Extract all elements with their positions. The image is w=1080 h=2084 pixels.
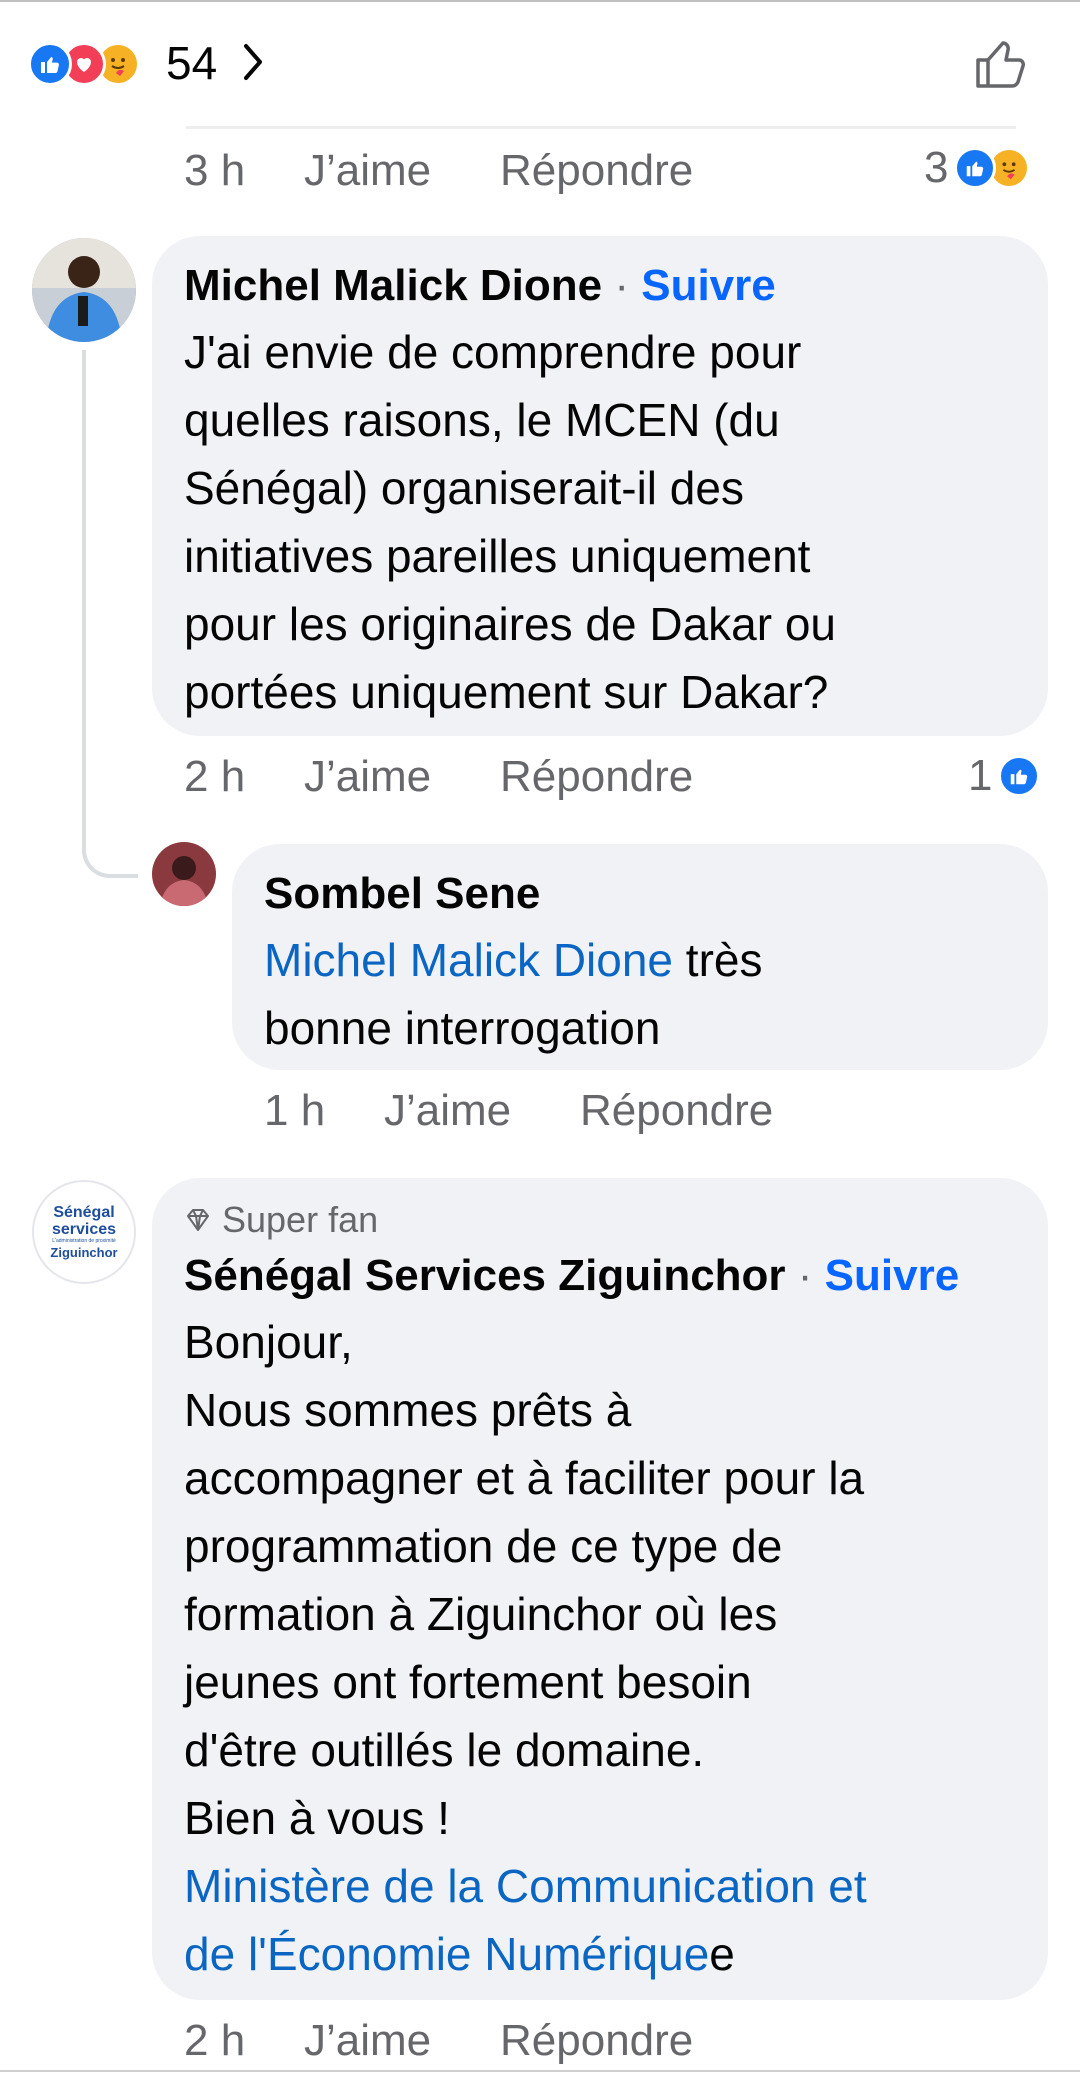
text-line: pour les originaires de Dakar ou <box>184 598 837 650</box>
like-icon <box>954 147 997 189</box>
separator: · <box>797 1251 813 1300</box>
super-fan-badge: Super fan <box>184 1196 1016 1244</box>
comment-text: Michel Malick Dione très bonne interroga… <box>264 926 1016 1062</box>
text-line: initiatives pareilles uniquement <box>184 530 811 582</box>
text-line: de l'Économie Numériquee <box>184 1920 1016 1988</box>
thumbs-up-icon[interactable] <box>972 36 1028 92</box>
page-logo-avatar[interactable]: Sénégal services L'administration de pro… <box>32 1180 136 1284</box>
bottom-divider <box>0 2070 1080 2072</box>
comment-reactions[interactable]: 1 <box>968 748 1041 804</box>
follow-button[interactable]: Suivre <box>825 1251 960 1300</box>
comment-bubble[interactable]: Sombel Sene Michel Malick Dione très bon… <box>232 844 1048 1070</box>
like-link[interactable]: J’aime <box>304 2016 431 2066</box>
text-line: accompagner et à faciliter pour la <box>184 1452 865 1504</box>
comment-header: Sénégal Services Ziguinchor · Suivre <box>184 1244 1016 1308</box>
text-line: programmation de ce type de <box>184 1520 783 1572</box>
text-line: Bonjour, <box>184 1316 353 1368</box>
follow-button[interactable]: Suivre <box>641 261 776 310</box>
reply-link[interactable]: Répondre <box>500 752 693 802</box>
like-icon <box>998 755 1041 797</box>
comment-meta: 2 h J’aime Répondre <box>184 752 744 808</box>
comment-bubble[interactable]: Michel Malick Dione · Suivre J'ai envie … <box>152 236 1048 736</box>
chevron-right-icon[interactable] <box>238 40 268 84</box>
text-line: quelles raisons, le MCEN (du <box>184 394 780 446</box>
reply-link[interactable]: Répondre <box>580 1086 773 1136</box>
text-line: Bien à vous ! <box>184 1792 450 1844</box>
mention-link[interactable]: Michel Malick Dione <box>264 934 673 986</box>
comment-bubble[interactable]: Super fan Sénégal Services Ziguinchor · … <box>152 1178 1048 2000</box>
text-line: Nous sommes prêts à <box>184 1384 632 1436</box>
avatar[interactable] <box>32 238 136 342</box>
comment-time: 2 h <box>184 2016 246 2065</box>
like-icon <box>28 42 72 86</box>
text-line: portées uniquement sur Dakar? <box>184 666 829 718</box>
reactions-header: 54 <box>0 2 1080 124</box>
diamond-icon <box>187 1209 209 1231</box>
logo-line: services <box>51 1221 117 1238</box>
comment-time: 1 h <box>264 1086 326 1135</box>
author-name[interactable]: Sombel Sene <box>264 869 540 918</box>
text-fragment: e <box>709 1928 735 1980</box>
author-name[interactable]: Michel Malick Dione <box>184 261 602 310</box>
reaction-summary[interactable] <box>28 42 158 86</box>
logo-line: Sénégal <box>53 1204 115 1221</box>
text-line: formation à Ziguinchor où les <box>184 1588 778 1640</box>
mention-link[interactable]: de l'Économie Numérique <box>184 1928 709 1980</box>
text-line: J'ai envie de comprendre pour <box>184 326 802 378</box>
comment-header: Michel Malick Dione · Suivre <box>184 254 1016 318</box>
text-fragment: très <box>673 934 763 986</box>
text-line: d'être outillés le domaine. <box>184 1724 705 1776</box>
logo-city: Ziguinchor <box>50 1245 118 1260</box>
like-link[interactable]: J’aime <box>304 146 431 196</box>
reaction-count: 3 <box>924 143 949 192</box>
separator: · <box>614 261 629 310</box>
text-line: bonne interrogation <box>264 1002 661 1054</box>
badge-label: Super fan <box>222 1199 379 1240</box>
author-name[interactable]: Sénégal Services Ziguinchor <box>184 1251 786 1300</box>
comment-meta: 1 h J’aime Répondre <box>264 1086 824 1142</box>
comment-header: Sombel Sene <box>264 862 1016 926</box>
header-divider <box>186 126 1016 129</box>
comment-text: Bonjour, Nous sommes prêts à accompagner… <box>184 1308 1016 1988</box>
like-link[interactable]: J’aime <box>304 752 431 802</box>
like-link[interactable]: J’aime <box>384 1086 511 1136</box>
reply-link[interactable]: Répondre <box>500 146 693 196</box>
comment-meta: 2 h J’aime Répondre <box>184 2016 744 2072</box>
avatar[interactable] <box>152 842 216 906</box>
reply-link[interactable]: Répondre <box>500 2016 693 2066</box>
thread-connector <box>82 350 138 878</box>
comment-meta: 3 h J’aime Répondre <box>184 146 744 202</box>
comment-time: 2 h <box>184 752 246 801</box>
comment-text: J'ai envie de comprendre pour quelles ra… <box>184 318 1016 726</box>
text-line: Michel Malick Dione très <box>264 926 1016 994</box>
reaction-count: 1 <box>968 751 993 800</box>
comment-time: 3 h <box>184 146 246 195</box>
logo-tagline: L'administration de proximité <box>52 1238 116 1244</box>
text-line: jeunes ont fortement besoin <box>184 1656 752 1708</box>
text-line: Sénégal) organiserait-il des <box>184 462 744 514</box>
comment-reactions[interactable]: 3 <box>924 140 1031 196</box>
mention-link[interactable]: Ministère de la Communication et <box>184 1852 1016 1920</box>
reaction-count[interactable]: 54 <box>166 36 217 90</box>
